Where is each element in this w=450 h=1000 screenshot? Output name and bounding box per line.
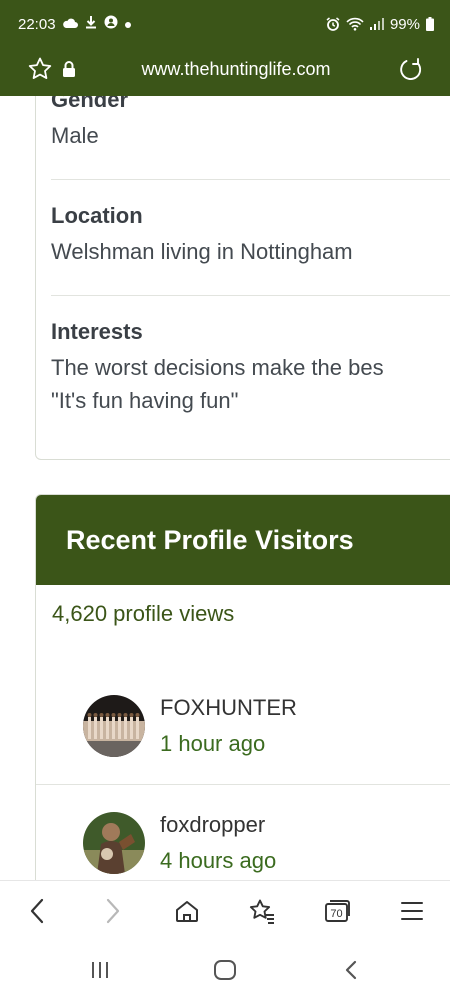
battery-icon xyxy=(426,17,434,31)
alarm-icon xyxy=(326,17,340,31)
divider xyxy=(36,784,450,785)
profile-about-card: Gender Male Location Welshman living in … xyxy=(35,96,450,460)
divider xyxy=(51,295,450,296)
home-icon[interactable] xyxy=(171,895,203,927)
divider xyxy=(51,179,450,180)
reload-icon[interactable] xyxy=(397,56,425,89)
field-gender: Gender Male xyxy=(51,96,450,152)
status-bar: 22:03 99% xyxy=(0,0,450,48)
field-interests: Interests The worst decisions make the b… xyxy=(51,319,450,417)
battery-percent: 99% xyxy=(389,15,420,33)
visitor-item[interactable]: FOXHUNTER 1 hour ago xyxy=(83,695,450,765)
field-location: Location Welshman living in Nottingham xyxy=(51,203,450,268)
url-text[interactable]: www.thehuntinglife.com xyxy=(0,59,450,80)
wifi-icon xyxy=(346,17,364,31)
field-value-line: The worst decisions make the bes xyxy=(51,355,384,380)
download-icon xyxy=(84,15,98,33)
field-label: Gender xyxy=(51,96,129,112)
avatar[interactable] xyxy=(83,695,145,757)
field-value: Welshman living in Nottingham xyxy=(51,239,353,264)
profile-views-count: 4,620 profile views xyxy=(52,601,235,626)
forward-arrow-icon[interactable] xyxy=(97,895,129,927)
tab-count: 70 xyxy=(330,908,342,920)
dot-icon xyxy=(124,16,132,33)
page-content: Gender Male Location Welshman living in … xyxy=(0,96,450,880)
system-nav-bar xyxy=(0,940,450,1000)
bookmarks-icon[interactable] xyxy=(246,895,278,927)
back-button-icon[interactable] xyxy=(335,956,367,984)
visitor-time: 4 hours ago xyxy=(160,848,277,873)
cloud-icon xyxy=(62,16,78,33)
visitor-name[interactable]: foxdropper xyxy=(160,812,265,838)
recent-apps-icon[interactable] xyxy=(84,956,116,984)
account-icon xyxy=(104,15,118,33)
recent-visitors-title: Recent Profile Visitors xyxy=(36,495,450,585)
recent-visitors-card: Recent Profile Visitors 4,620 profile vi… xyxy=(35,494,450,880)
field-value: Male xyxy=(51,123,99,148)
field-value: The worst decisions make the bes "It's f… xyxy=(51,351,450,417)
visitor-name[interactable]: FOXHUNTER xyxy=(160,695,297,721)
visitor-item[interactable]: foxdropper 4 hours ago xyxy=(83,812,450,880)
field-label: Interests xyxy=(51,319,143,344)
field-value-line: "It's fun having fun" xyxy=(51,388,239,413)
avatar[interactable] xyxy=(83,812,145,874)
tabs-icon[interactable]: 70 xyxy=(321,895,353,927)
browser-url-bar: www.thehuntinglife.com xyxy=(0,48,450,96)
browser-toolbar: 70 xyxy=(0,880,450,940)
field-label: Location xyxy=(51,203,143,228)
visitor-time: 1 hour ago xyxy=(160,731,266,756)
back-arrow-icon[interactable] xyxy=(21,895,53,927)
home-button-icon[interactable] xyxy=(209,956,241,984)
menu-icon[interactable] xyxy=(396,895,428,927)
status-time: 22:03 xyxy=(18,15,56,33)
signal-icon xyxy=(369,18,384,30)
